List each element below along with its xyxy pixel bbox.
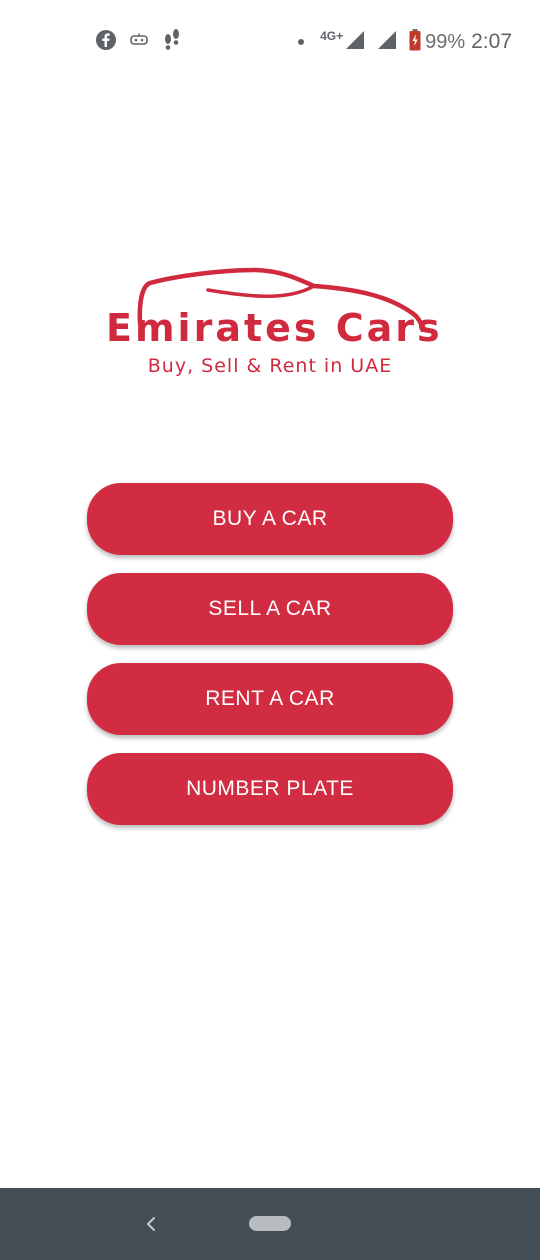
back-icon[interactable]	[140, 1212, 162, 1236]
system-status: 4G+ 99% 2:07	[298, 28, 512, 56]
buy-a-car-button[interactable]: BUY A CAR	[87, 483, 453, 555]
notification-dot-icon	[298, 39, 305, 45]
logo-title: Emirates Cars	[106, 306, 443, 350]
battery-icon	[409, 28, 421, 56]
status-bar: 4G+ 99% 2:07	[0, 0, 540, 84]
battery-percent: 99%	[425, 30, 466, 53]
logo-tagline: Buy, Sell & Rent in UAE	[147, 355, 393, 377]
messenger-bot-icon	[130, 33, 148, 52]
signal-icon	[345, 30, 365, 55]
clock: 2:07	[471, 30, 512, 53]
facebook-icon	[96, 29, 116, 55]
sell-a-car-button[interactable]: SELL A CAR	[87, 573, 453, 645]
footsteps-icon	[162, 28, 182, 57]
main-menu: BUY A CAR SELL A CAR RENT A CAR NUMBER P…	[87, 483, 453, 843]
network-type-label: 4G+	[320, 29, 344, 43]
signal-icon-secondary	[377, 30, 397, 55]
home-pill-icon[interactable]	[249, 1216, 291, 1231]
number-plate-button[interactable]: NUMBER PLATE	[87, 753, 453, 825]
rent-a-car-button[interactable]: RENT A CAR	[87, 663, 453, 735]
navigation-bar	[0, 1188, 540, 1260]
notification-icons	[96, 28, 182, 57]
